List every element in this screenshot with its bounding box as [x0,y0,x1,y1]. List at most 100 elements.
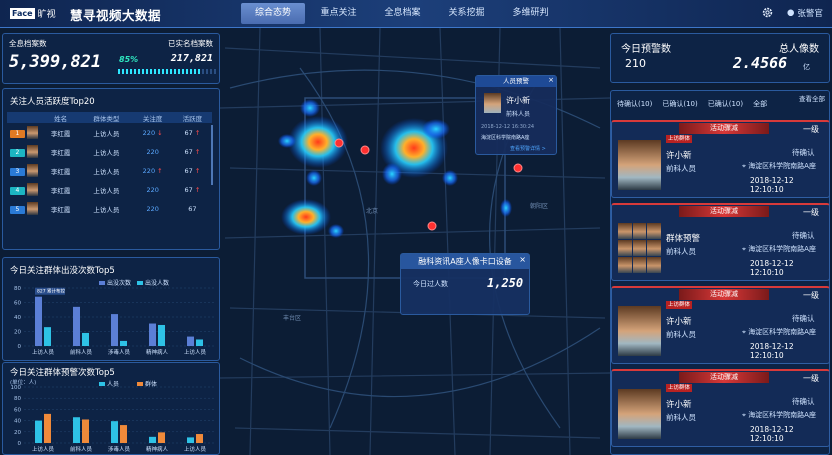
header-bar: Face 旷视 慧寻视频大数据 综合态势 重点关注 全息档案 关系挖掘 多维研判 … [0,0,832,28]
real-progress-fill [118,69,202,74]
main-nav: 综合态势 重点关注 全息档案 关系挖掘 多维研判 [241,3,564,24]
logo-name: 旷视 [37,10,56,20]
location-pin-icon: ⌖ [742,245,746,253]
bar[interactable] [35,296,42,346]
table-row[interactable]: 1 李红霞 上访人员 220 ↓ 67 ↑ [7,123,212,142]
warning-card[interactable]: 活动骤减 一级 上访群体 许小新 前科人员 待确认 ⌖ 海淀区科学院南路A座 2… [611,120,830,198]
attention-cell: 220 [133,142,173,161]
chart1-panel: 今日关注群体出没次数Top5 出没次数 出没人数 0 20 40 60 80 上访人员 前科人员… [2,257,220,361]
chart2-panel: 今日关注群体预警次数Top5 (单位：人) 人员 群体 0 20 40 60 80 100 上访… [2,362,220,455]
name-cell: 李红霞 [50,167,71,176]
user-name: 张警官 [797,9,823,19]
y-tick-label: 80 [14,286,21,292]
y-tick-label: 40 [14,315,21,321]
table-header: 姓名 群体类型 关注度 活跃度 [7,112,212,123]
y-tick-label: 20 [14,430,21,436]
table-row[interactable]: 4 李红霞 上访人员 220 67 ↑ [7,180,212,199]
bar[interactable] [44,413,51,443]
name-cell: 李红霞 [50,205,71,214]
close-icon[interactable]: × [548,76,554,84]
table-row[interactable]: 2 李红霞 上访人员 220 67 ↑ [7,142,212,161]
table-scrollbar[interactable] [211,125,213,185]
attention-value: 220 [146,185,159,194]
tab-confirmed[interactable]: 已确认(10) [662,99,697,109]
table-row[interactable]: 3 李红霞 上访人员 220 ↑ 67 ↑ [7,161,212,180]
bar[interactable] [158,324,165,346]
bar[interactable] [196,339,203,346]
warning-stats-panel: 今日预警数 210 总人像数 2.4566 亿 [610,33,830,83]
bar[interactable] [73,306,80,346]
person-warning-popup[interactable]: 人员预警 × 许小新 前科人员 2018-12-12 16:30:24 海淀区科… [475,75,557,155]
attention-trend: ↑ [157,166,163,175]
bar[interactable] [82,419,89,443]
bar[interactable] [73,417,80,443]
type-cell: 上访人员 [93,148,120,157]
card-name: 许小新 [666,400,692,410]
warning-level: 一级 [803,374,819,383]
user-menu[interactable]: ● 张警官 [787,7,823,19]
x-tick-label: 前科人员 [70,445,93,453]
total-faces-value: 2.4566 [733,54,788,72]
archive-stats-panel: 全息档案数 5,399,821 已实名档案数 85% 217,821 [2,33,220,84]
tab-all[interactable]: 全部 [753,99,767,109]
attention-value: 220 [146,204,159,213]
bar[interactable] [111,314,118,346]
legend-label: 群体 [145,380,157,388]
tab-overview[interactable]: 综合态势 [241,3,305,24]
gear-icon[interactable] [761,6,774,19]
bar[interactable] [44,327,51,346]
bar[interactable] [187,336,194,346]
top20-title: 关注人员活跃度Top20 [10,97,95,107]
warning-card[interactable]: 活动骤减 一级 上访群体 许小新 前科人员 待确认 ⌖ 海淀区科学院南路A座 2… [611,286,830,364]
warning-level: 一级 [803,291,819,300]
popup-detail-link[interactable]: 查看预警详情 > [510,145,546,152]
bar[interactable] [187,437,194,443]
bar[interactable] [149,323,156,346]
y-tick-label: 60 [14,407,21,413]
total-faces-label: 总人像数 [779,44,819,55]
bar[interactable] [120,340,127,346]
device-popup[interactable]: 融科资讯A座人像卡口设备 × 今日过人数 1,250 [400,253,530,315]
tab-analysis[interactable]: 多维研判 [500,3,561,24]
svg-text:朝阳区: 朝阳区 [530,202,548,210]
popup-location: 海淀区科学院南路A座 [481,135,530,141]
bar[interactable] [196,434,203,443]
legend-swatch [99,281,105,285]
view-all-link[interactable]: 查看全部 [799,93,825,103]
bar[interactable] [149,436,156,443]
total-faces-unit: 亿 [803,63,810,71]
device-title: 融科资讯A座人像卡口设备 [401,254,529,269]
bar[interactable] [120,425,127,443]
activity-trend: ↑ [194,128,201,137]
close-icon[interactable]: × [519,255,526,264]
rank-badge: 5 [9,205,25,214]
avatar [27,164,39,177]
tab-pending[interactable]: 待确认(10) [617,99,652,109]
bar[interactable] [82,332,89,346]
activity-cell: 67 ↑ [173,142,212,161]
tab-relations[interactable]: 关系挖掘 [436,3,497,24]
x-tick-label: 前科人员 [70,348,93,356]
card-name: 许小新 [666,317,692,327]
card-time: 2018-12-12 12:10:10 [750,259,794,277]
rank-cell: 4 [7,180,41,199]
bar[interactable] [35,420,42,443]
device-count-value: 1,250 [487,276,524,290]
tab-key-focus[interactable]: 重点关注 [308,3,369,24]
tab-archive[interactable]: 全息档案 [372,3,433,24]
total-archive-value: 5,399,821 [9,52,102,72]
warning-card[interactable]: 活动骤减 一级 群体预警 前科人员 待确认 ⌖ 海淀区科学院南路A座 2018-… [611,203,830,281]
card-location: ⌖ 海淀区科学院南路A座 [742,410,816,420]
app-title: 慧寻视频大数据 [70,8,162,23]
bar[interactable] [111,421,118,443]
card-location: ⌖ 海淀区科学院南路A座 [742,327,816,337]
warning-card[interactable]: 活动骤减 一级 上访群体 许小新 前科人员 待确认 ⌖ 海淀区科学院南路A座 2… [611,369,830,447]
rank-badge: 3 [9,167,25,176]
warning-tag: 活动骤减 [679,123,769,134]
x-tick-label: 精神病人 [146,445,169,453]
tab-confirmed-2[interactable]: 已确认(10) [708,99,743,109]
bar[interactable] [158,432,165,443]
card-status: 待确认 [792,397,815,406]
table-row[interactable]: 5 李红霞 上访人员 220 67 [7,199,212,218]
warning-tag: 活动骤减 [679,206,769,217]
